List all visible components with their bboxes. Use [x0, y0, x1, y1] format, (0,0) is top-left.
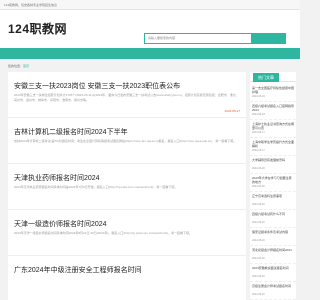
top-info-text: 124职教网，包含各种专业学院招生信息	[4, 3, 58, 7]
breadcrumb-prefix: 您的位置：	[8, 64, 24, 68]
article-summary: 2024年天津执业药师报名时间具体时间是2024年7月5日开始，报名入口(htt…	[14, 185, 178, 189]
sidebar-item-date: 2024-05-20	[252, 239, 265, 242]
sidebar-item[interactable]: 保安证报考条件及考试内容 2024-05-20	[250, 228, 296, 246]
sidebar-item[interactable]: 第一支全国医疗持续性健康中国护理 2024-05-24	[250, 84, 296, 102]
sidebar-item[interactable]: 大学辅导员有发展前景吗 2024-05-20	[250, 156, 296, 174]
sidebar-item-title: 辽宁高考选科注意事项	[252, 194, 283, 198]
list-item: 安徽三支一扶2023岗位 安徽三支一扶2023职位表公布 2023年安徽三支一扶…	[8, 72, 246, 118]
sidebar-item-date: 2024-05-24	[252, 95, 265, 98]
article-title[interactable]: 天津执业药师报名时间2024	[14, 173, 240, 183]
sidebar-item-date: 2024-05-20	[252, 275, 265, 278]
sidebar-item-date: 2024-05-23	[252, 113, 265, 116]
sidebar-item[interactable]: 上海中职学生学历提升方式全面解析 2024-05-17	[250, 138, 296, 156]
sidebar-item-title: 四级六级考试报名入口官网指导 2024	[252, 104, 294, 112]
sidebar-item-date: 2024-05-17	[252, 131, 265, 134]
sidebar-item-title: 2024安徽教资面试报名时间	[252, 266, 289, 270]
sidebar-item[interactable]: 上海护士执业证书查询方式在哪里可以查 2024-05-17	[250, 120, 296, 138]
sidebar-item-title: 上海护士执业证书查询方式在哪里可以查	[252, 122, 294, 130]
article-list: 安徽三支一扶2023岗位 安徽三支一扶2023职位表公布 2023年安徽三支一扶…	[8, 72, 246, 300]
sidebar-item[interactable]: 四级六级考试报名入口官网指导 2024 2024-05-23	[250, 102, 296, 120]
top-info-bar: 124职教网，包含各种专业学院招生信息	[0, 0, 300, 10]
list-item: 吉林计算机二级报名时间2024下半年 吉林2024年计算机二级考试(第70次)报…	[8, 118, 246, 164]
article-date: 2024-05-27	[224, 109, 240, 113]
sidebar-item[interactable]: 高级注册会计师考试报名时间 2024-05-20	[250, 282, 296, 300]
sidebar-item-date: 2024-05-17	[252, 149, 265, 152]
breadcrumb-home-link[interactable]: 首页	[23, 64, 29, 68]
article-title[interactable]: 吉林计算机二级报名时间2024下半年	[14, 127, 240, 137]
sidebar-item[interactable]: 2024安徽教资面试报名时间 2024-05-20	[250, 264, 296, 282]
sidebar-list: 第一支全国医疗持续性健康中国护理 2024-05-24 四级六级考试报名入口官网指…	[250, 84, 296, 300]
article-title[interactable]: 广东2024年中级注册安全工程师报名时间	[14, 265, 240, 275]
sidebar-item-title: 2023年大学在学习习惯要注意的地方	[252, 176, 292, 184]
hot-articles-sidebar: 热门文章 第一支全国医疗持续性健康中国护理 2024-05-24 四级六级考试报名…	[250, 72, 296, 300]
sidebar-item[interactable]: 四级六级考试有什么不同 2024-05-20	[250, 210, 296, 228]
site-logo[interactable]: 124职教网	[8, 20, 67, 37]
tab-hot-articles[interactable]: 热门文章	[253, 73, 279, 82]
article-title[interactable]: 天津一级造价师报名时间2024	[14, 219, 240, 229]
sidebar-header: 热门文章	[250, 72, 296, 82]
sidebar-item-date: 2024-05-20	[252, 257, 265, 260]
sidebar-item-date: 2024-05-20	[252, 185, 265, 188]
sidebar-item-date: 2024-05-20	[252, 167, 265, 170]
sidebar-item-title: 四级六级考试有什么不同	[252, 212, 286, 216]
list-item: 广东2024年中级注册安全工程师报名时间	[8, 256, 246, 300]
article-summary: 2023年安徽三支一扶岗位招募计划共计2725个(2023-05-11)以202…	[14, 93, 239, 102]
sidebar-item-title: 上海中职学生学历提升方式全面解析	[252, 140, 294, 148]
sidebar-item-date: 2024-05-20	[252, 293, 265, 296]
sidebar-item-date: 2024-05-20	[252, 221, 265, 224]
sidebar-item-title: 保安证报考条件及考试内容	[252, 230, 289, 234]
sidebar-item[interactable]: 辽宁高考选科注意事项 2024-05-20	[250, 192, 296, 210]
article-title[interactable]: 安徽三支一扶2023岗位 安徽三支一扶2023职位表公布	[14, 81, 240, 91]
sidebar-item-title: 高级注册会计师考试报名时间	[252, 284, 292, 288]
search-input[interactable]: 请输入要搜索的内容	[144, 33, 252, 44]
article-summary	[14, 277, 240, 287]
article-summary: 吉林2024年计算机二级考试(第70次)报名时间：考生在全国计算机等级考试报名网…	[14, 139, 237, 143]
sidebar-item-title: 大学辅导员有发展前景吗	[252, 158, 286, 162]
sidebar-item-title: 第一支全国医疗持续性健康中国护理	[252, 86, 294, 94]
sidebar-item[interactable]: 2023年大学在学习习惯要注意的地方 2024-05-20	[250, 174, 296, 192]
search-button[interactable]	[252, 33, 286, 44]
main-nav-bar	[0, 48, 300, 59]
list-item: 天津执业药师报名时间2024 2024年天津执业药师报名时间具体时间是2024年…	[8, 164, 246, 210]
sidebar-item[interactable]: 河北初级会计师报名时间2024 2024-05-20	[250, 246, 296, 264]
sidebar-item-date: 2024-05-20	[252, 203, 265, 206]
site-header: 124职教网 请输入要搜索的内容	[0, 10, 300, 48]
list-item: 天津一级造价师报名时间2024 2024年天津一级造价师报名时间具体时间2024…	[8, 210, 246, 256]
breadcrumb: 您的位置：首页	[8, 62, 238, 70]
sidebar-item-title: 河北初级会计师报名时间2024	[252, 248, 292, 252]
article-summary: 2024年天津一级造价师报名时间具体时间2024年8月21日-29日(2024年…	[14, 231, 193, 235]
